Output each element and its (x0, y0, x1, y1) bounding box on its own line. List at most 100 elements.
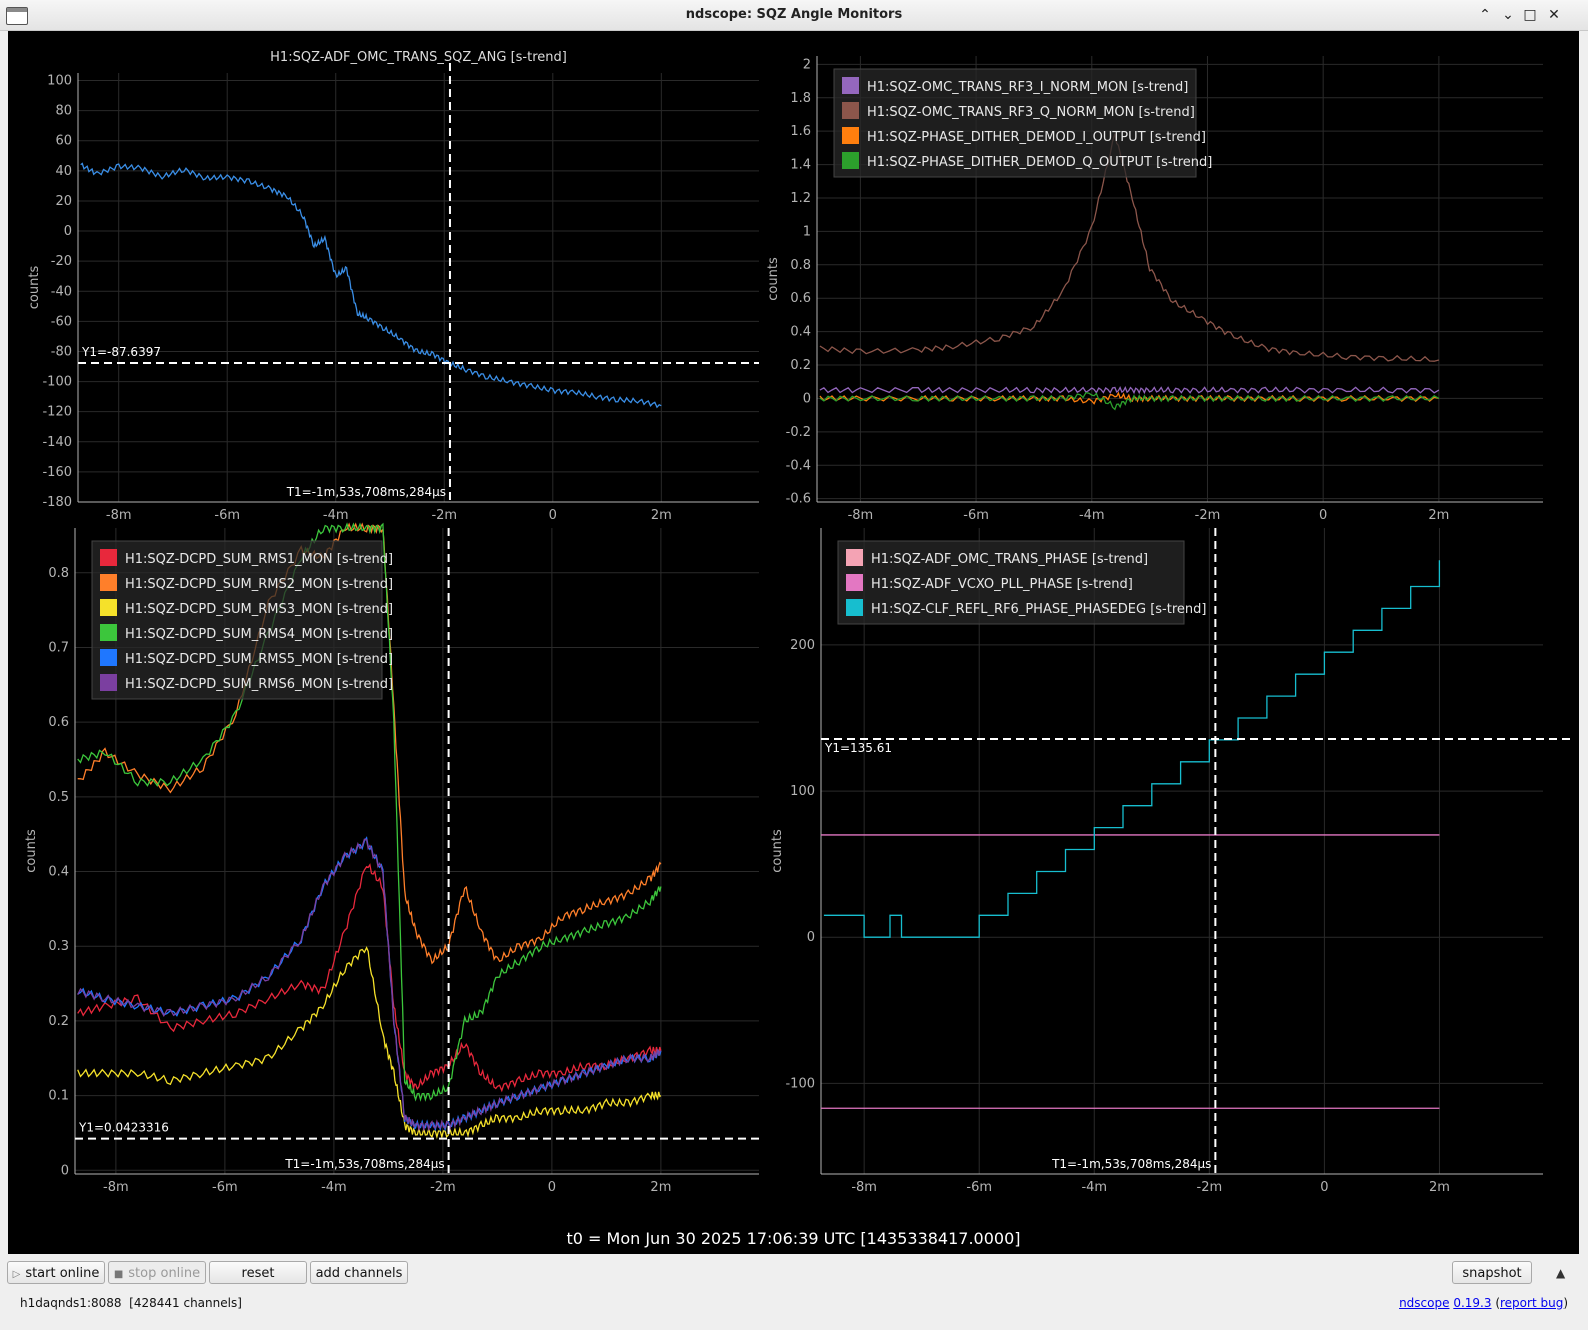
legend-swatch (100, 549, 117, 566)
add-channels-button[interactable]: add channels (310, 1261, 408, 1284)
x-tick-label: -2m (431, 508, 457, 523)
legend-label: H1:SQZ-OMC_TRANS_RF3_Q_NORM_MON [s-trend… (867, 105, 1195, 120)
y-tick-label: 0.1 (48, 1089, 69, 1104)
x-tick-label: -4m (1079, 508, 1105, 523)
close-icon[interactable]: ✕ (1543, 4, 1565, 26)
y-tick-label: -120 (42, 405, 72, 420)
minimize-icon[interactable]: ⌄ (1497, 4, 1519, 26)
start-online-button[interactable]: ▷ start online (7, 1261, 105, 1284)
reset-button[interactable]: reset (209, 1261, 307, 1284)
maximize-icon[interactable]: □ (1519, 4, 1541, 26)
y-tick-label: 0.6 (790, 291, 811, 306)
y-tick-label: -180 (42, 495, 72, 510)
legend-label: H1:SQZ-DCPD_SUM_RMS3_MON [s-trend] (125, 602, 393, 617)
y-tick-label: 200 (790, 638, 815, 653)
y-tick-label: 0.4 (790, 325, 811, 340)
status-bar: h1daqnds1:8088 [428441 channels] (20, 1296, 242, 1310)
y-tick-label: 0 (64, 224, 72, 239)
legend-label: H1:SQZ-CLF_REFL_RF6_PHASE_PHASEDEG [s-tr… (871, 602, 1206, 617)
legend-label: H1:SQZ-OMC_TRANS_RF3_I_NORM_MON [s-trend… (867, 80, 1188, 95)
y-tick-label: 0.7 (48, 640, 69, 655)
version-link[interactable]: 0.19.3 (1453, 1296, 1491, 1310)
t0-label: t0 = Mon Jun 30 2025 17:06:39 UTC [14353… (566, 1229, 1021, 1248)
channel-count: [428441 channels] (129, 1296, 242, 1310)
x-tick-label: 0 (549, 508, 557, 523)
start-online-label: start online (25, 1266, 100, 1281)
plot-area[interactable]: 100 80 60 40 20 0 -20 -40 -60 -80 -100 -120 -140 -160… (8, 31, 1579, 1254)
x-tick-label: -6m (963, 508, 989, 523)
x-tick-label: 2m (650, 1180, 671, 1195)
y-tick-label: 0.4 (48, 865, 69, 880)
y-tick-label: 2 (803, 57, 811, 72)
y-tick-label: 60 (55, 134, 72, 149)
x-tick-label: 2m (1428, 508, 1449, 523)
y-tick-label: -100 (42, 375, 72, 390)
play-icon: ▷ (12, 1269, 21, 1280)
legend-label: H1:SQZ-DCPD_SUM_RMS4_MON [s-trend] (125, 627, 393, 642)
y-tick-label: -40 (51, 284, 72, 299)
x-tick-label: -6m (214, 508, 240, 523)
keep-above-icon[interactable]: ⌃ (1474, 4, 1496, 26)
legend-label: H1:SQZ-DCPD_SUM_RMS1_MON [s-trend] (125, 552, 393, 567)
y-tick-label: 40 (55, 164, 72, 179)
y-tick-label: -80 (51, 344, 72, 359)
stop-online-button[interactable]: ■ stop online (108, 1261, 206, 1284)
y-tick-label: -0.6 (786, 492, 811, 507)
legend-swatch (842, 152, 859, 169)
y-tick-label: 1.4 (790, 158, 811, 173)
legend-label: H1:SQZ-DCPD_SUM_RMS5_MON [s-trend] (125, 652, 393, 667)
legend-label: H1:SQZ-PHASE_DITHER_DEMOD_I_OUTPUT [s-tr… (867, 130, 1206, 145)
x-tick-label: -8m (106, 508, 132, 523)
legend-swatch (842, 77, 859, 94)
y-tick-label: -20 (51, 254, 72, 269)
x-tick-label: 2m (651, 508, 672, 523)
y-axis-label: counts (27, 266, 42, 310)
legend-swatch (846, 574, 863, 591)
cursor-t1-label: T1=-1m,53s,708ms,284μs (1051, 1157, 1211, 1171)
x-tick-label: -4m (323, 508, 349, 523)
x-tick-label: 0 (548, 1180, 556, 1195)
collapse-arrow-icon[interactable]: ▲ (1556, 1266, 1565, 1280)
x-tick-label: -4m (1081, 1180, 1107, 1195)
y-tick-label: 100 (47, 74, 72, 89)
y-tick-label: -140 (42, 435, 72, 450)
title-bar: ndscope: SQZ Angle Monitors ⌃ ⌄ □ ✕ (0, 0, 1588, 31)
plot-title: H1:SQZ-ADF_OMC_TRANS_SQZ_ANG [s-trend] (270, 50, 567, 65)
x-tick-label: -8m (103, 1180, 129, 1195)
x-tick-label: 0 (1320, 1180, 1328, 1195)
report-bug-link[interactable]: report bug (1500, 1296, 1563, 1310)
paren-close: ) (1563, 1296, 1568, 1310)
y-tick-label: 0 (807, 930, 815, 945)
y-axis-label: counts (766, 257, 781, 301)
toolbar: ▷ start online ■ stop online reset add cha… (0, 1254, 1588, 1330)
y-tick-label: 100 (790, 784, 815, 799)
y-tick-label: 0.6 (48, 715, 69, 730)
x-tick-label: -6m (966, 1180, 992, 1195)
series-line-0 (77, 863, 662, 1093)
y-tick-label: 0.8 (790, 258, 811, 273)
window-title: ndscope: SQZ Angle Monitors (685, 7, 903, 22)
series-line-5 (77, 838, 662, 1132)
cursor-t1-label: T1=-1m,53s,708ms,284μs (284, 1157, 444, 1171)
server-address: h1daqnds1:8088 (20, 1296, 122, 1310)
x-tick-label: -2m (430, 1180, 456, 1195)
legend-swatch (100, 574, 117, 591)
legend-label: H1:SQZ-ADF_VCXO_PLL_PHASE [s-trend] (871, 577, 1133, 592)
y-tick-label: -0.2 (786, 425, 811, 440)
x-tick-label: -2m (1197, 1180, 1223, 1195)
cursor-y1-label: Y1=0.0423316 (78, 1121, 169, 1135)
y-tick-label: -160 (42, 465, 72, 480)
y-tick-label: 1 (803, 224, 811, 239)
legend-swatch (100, 624, 117, 641)
y-tick-label: 0.5 (48, 790, 69, 805)
plots-canvas[interactable]: 100806040200-20-40-60-80-100-120-140-160… (8, 31, 1579, 1254)
y-tick-label: 0.3 (48, 939, 69, 954)
ndscope-link[interactable]: ndscope (1399, 1296, 1449, 1310)
y-tick-label: -100 (785, 1076, 815, 1091)
stop-icon: ■ (113, 1269, 124, 1280)
version-info: ndscope 0.19.3 (report bug) (1399, 1296, 1568, 1310)
snapshot-button[interactable]: snapshot (1452, 1261, 1532, 1284)
y-tick-label: 0.8 (48, 566, 69, 581)
y-tick-label: 1.6 (790, 124, 811, 139)
y-tick-label: 80 (55, 104, 72, 119)
